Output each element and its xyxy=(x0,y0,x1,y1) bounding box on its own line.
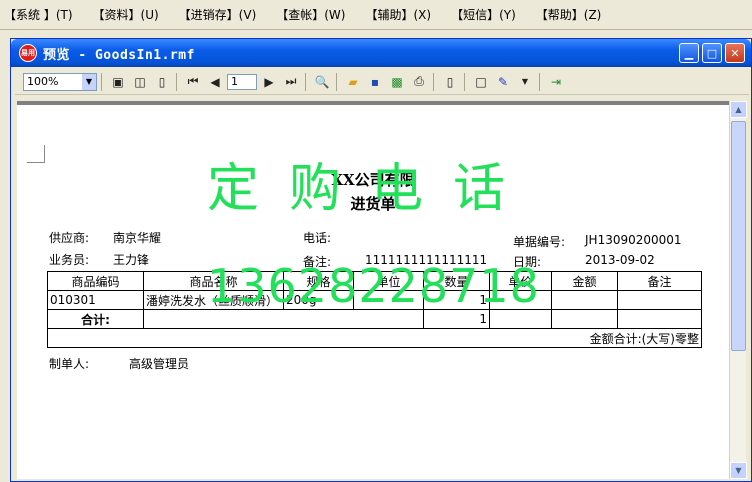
row-amount xyxy=(551,290,618,310)
menu-accounts[interactable]: 【查帐】(W) xyxy=(276,6,345,23)
find-icon[interactable]: 🔍 xyxy=(312,72,332,92)
menu-inventory[interactable]: 【进销存】(V) xyxy=(179,6,257,23)
menu-help[interactable]: 【帮助】(Z) xyxy=(536,6,602,23)
first-page-icon[interactable]: ⏮ xyxy=(183,72,203,92)
frame-icon[interactable]: □ xyxy=(471,72,491,92)
maximize-button[interactable]: □ xyxy=(702,43,722,63)
scroll-thumb[interactable] xyxy=(731,121,746,351)
header-amount: 金额 xyxy=(551,271,618,291)
vertical-scrollbar[interactable]: ▲ ▼ xyxy=(729,101,747,479)
row-code: 010301 xyxy=(47,290,144,310)
bill-no-value: JH13090200001 xyxy=(585,233,682,247)
app-logo-icon: 易用 xyxy=(19,44,37,62)
exit-icon[interactable]: ⇥ xyxy=(546,72,566,92)
open-icon[interactable]: ▰ xyxy=(343,72,363,92)
pen-color-icon[interactable]: ✎ xyxy=(493,72,513,92)
close-button[interactable]: ✕ xyxy=(725,43,745,63)
supplier-value: 南京华耀 xyxy=(113,231,162,245)
toolbar: 100% ▼ ▣ ◫ ▯ ⏮ ◀ 1 ▶ ⏭ 🔍 ▰ ▪ ▩ ⎙ ▯ □ ✎ ▼… xyxy=(15,69,749,95)
scroll-up-icon[interactable]: ▲ xyxy=(730,101,747,118)
amount-words-row: 金额合计:(大写)零整 xyxy=(47,328,702,348)
whole-page-icon[interactable]: ◫ xyxy=(130,72,150,92)
chevron-down-icon[interactable]: ▼ xyxy=(82,73,96,90)
page-corner-mark xyxy=(27,145,45,163)
watermark-phone-number: 13628228718 xyxy=(207,259,540,313)
chevron-down-icon[interactable]: ▼ xyxy=(515,72,535,92)
report-preview[interactable]: XX公司有限 进货单 供应商: 南京华耀 电话: 单据编号: JH1309020… xyxy=(17,101,729,479)
menu-bar: 【系统 】(T) 【资料】(U) 【进销存】(V) 【查帐】(W) 【辅助】(X… xyxy=(0,0,752,30)
total-label: 合计: xyxy=(47,309,144,329)
menu-system[interactable]: 【系统 】(T) xyxy=(4,6,73,23)
save-icon[interactable]: ▪ xyxy=(365,72,385,92)
zoom-select[interactable]: 100% ▼ xyxy=(23,72,97,91)
next-page-icon[interactable]: ▶ xyxy=(259,72,279,92)
clerk-label: 业务员: xyxy=(49,253,90,267)
bill-no-label: 单据编号: xyxy=(513,235,566,249)
clerk-value: 王力锋 xyxy=(113,253,150,267)
last-page-icon[interactable]: ⏭ xyxy=(281,72,301,92)
watermark-order-phone-text: 定购电话 xyxy=(207,159,536,219)
prev-page-icon[interactable]: ◀ xyxy=(205,72,225,92)
menu-sms[interactable]: 【短信】(Y) xyxy=(451,6,516,23)
header-remark: 备注 xyxy=(617,271,702,291)
minimize-button[interactable]: ▁ xyxy=(679,43,699,63)
amount-in-words: 金额合计:(大写)零整 xyxy=(47,328,702,348)
excel-export-icon[interactable]: ▩ xyxy=(387,72,407,92)
page-number-input[interactable]: 1 xyxy=(227,73,257,90)
zoom-value: 100% xyxy=(27,75,59,88)
header-code: 商品编码 xyxy=(47,271,144,291)
page-setup-icon[interactable]: ▯ xyxy=(440,72,460,92)
print-icon[interactable]: ⎙ xyxy=(409,72,429,92)
maker-value: 高级管理员 xyxy=(129,357,190,371)
supplier-label: 供应商: xyxy=(49,231,90,245)
maker-label: 制单人: xyxy=(49,357,90,371)
phone-label: 电话: xyxy=(303,231,332,245)
page-width-icon[interactable]: ▣ xyxy=(108,72,128,92)
window-title: 预览 - GoodsIn1.rmf xyxy=(43,47,195,63)
page-icon[interactable]: ▯ xyxy=(152,72,172,92)
scroll-down-icon[interactable]: ▼ xyxy=(730,462,747,479)
title-bar[interactable]: 易用 预览 - GoodsIn1.rmf ▁ □ ✕ xyxy=(11,39,751,67)
menu-assist[interactable]: 【辅助】(X) xyxy=(365,6,431,23)
date-value: 2013-09-02 xyxy=(585,253,655,267)
row-remark xyxy=(617,290,702,310)
menu-data[interactable]: 【资料】(U) xyxy=(93,6,159,23)
preview-window: 易用 预览 - GoodsIn1.rmf ▁ □ ✕ 100% ▼ ▣ ◫ ▯ … xyxy=(10,38,752,482)
